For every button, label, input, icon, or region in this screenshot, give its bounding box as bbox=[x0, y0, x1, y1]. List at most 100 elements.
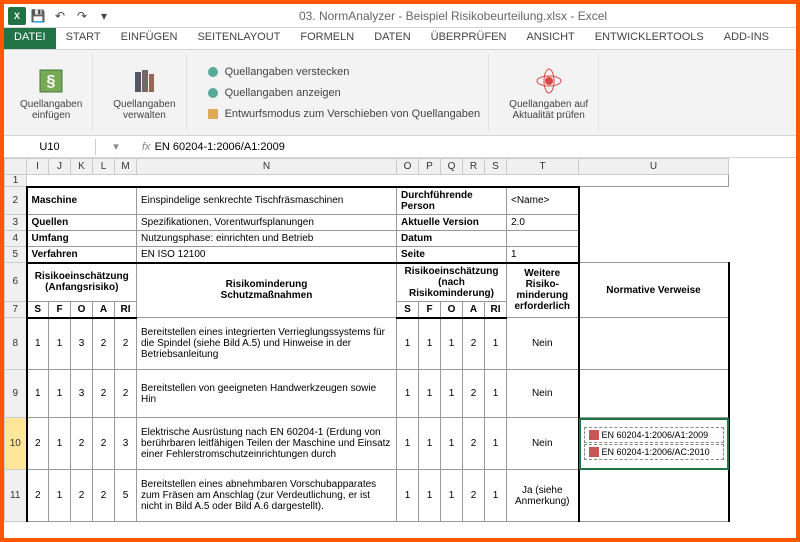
row-10[interactable]: 10 bbox=[5, 418, 27, 470]
name-box[interactable]: U10 bbox=[4, 139, 96, 155]
hdr-refs[interactable]: Normative Verweise bbox=[579, 263, 729, 318]
tab-addins[interactable]: ADD-INS bbox=[714, 28, 779, 49]
col-U[interactable]: U bbox=[579, 159, 729, 175]
sources-check-button[interactable]: Quellangaben auf Aktualität prüfen bbox=[505, 63, 592, 123]
sources-show-button[interactable]: Quellangaben anzeigen bbox=[203, 84, 343, 102]
cell-version-val[interactable]: 2.0 bbox=[507, 214, 579, 230]
reference-item[interactable]: EN 60204-1:2006/AC:2010 bbox=[584, 444, 724, 460]
cell-page-label[interactable]: Seite bbox=[397, 246, 507, 263]
hdr-further[interactable]: Weitere Risiko- minderung erforderlich bbox=[507, 263, 579, 318]
cell-further[interactable]: Nein bbox=[507, 370, 579, 418]
cell-version-label[interactable]: Aktuelle Version bbox=[397, 214, 507, 230]
cell-sources-label[interactable]: Quellen bbox=[27, 214, 137, 230]
tab-daten[interactable]: DATEN bbox=[364, 28, 420, 49]
tab-formeln[interactable]: FORMELN bbox=[290, 28, 364, 49]
sources-manage-button[interactable]: Quellangaben verwalten bbox=[109, 63, 179, 123]
cell-mitigation[interactable]: Bereitstellen eines integrierten Verrieg… bbox=[137, 318, 397, 370]
qat-dropdown[interactable]: ▾ bbox=[94, 6, 114, 26]
col-J[interactable]: J bbox=[49, 159, 71, 175]
cell-mitigation[interactable]: Elektrische Ausrüstung nach EN 60204-1 (… bbox=[137, 418, 397, 470]
cell-person-val[interactable]: <Name> bbox=[507, 187, 579, 215]
cell-refs[interactable] bbox=[579, 370, 729, 418]
fx-icon[interactable]: fx bbox=[142, 141, 151, 153]
save-button[interactable]: 💾 bbox=[28, 6, 48, 26]
tab-ansicht[interactable]: ANSICHT bbox=[516, 28, 584, 49]
sources-check-label: Quellangaben auf Aktualität prüfen bbox=[509, 99, 588, 121]
ribbon-group-view: Quellangaben verstecken Quellangaben anz… bbox=[197, 54, 490, 131]
tab-seitenlayout[interactable]: SEITENLAYOUT bbox=[187, 28, 290, 49]
col-M[interactable]: M bbox=[115, 159, 137, 175]
worksheet[interactable]: I J K L M N O P Q R S T U 1 2 Maschine E… bbox=[4, 158, 796, 538]
cell-further[interactable]: Nein bbox=[507, 418, 579, 470]
row-11[interactable]: 11 bbox=[5, 470, 27, 522]
tab-datei[interactable]: DATEI bbox=[4, 28, 56, 49]
row-5[interactable]: 5 bbox=[5, 246, 27, 263]
col-L[interactable]: L bbox=[93, 159, 115, 175]
tab-ueberpruefen[interactable]: ÜBERPRÜFEN bbox=[421, 28, 517, 49]
hdr-risk-before[interactable]: Risikoeinschätzung (Anfangsrisiko) bbox=[27, 263, 137, 302]
cell-date-val[interactable] bbox=[507, 230, 579, 246]
hdr-O1[interactable]: O bbox=[71, 301, 93, 318]
row-8[interactable]: 8 bbox=[5, 318, 27, 370]
hdr-A2[interactable]: A bbox=[463, 301, 485, 318]
tab-entwicklertools[interactable]: ENTWICKLERTOOLS bbox=[585, 28, 714, 49]
draft-mode-label: Entwurfsmodus zum Verschieben von Quella… bbox=[225, 108, 481, 120]
row-4[interactable]: 4 bbox=[5, 230, 27, 246]
ref-icon bbox=[589, 430, 599, 440]
hdr-A1[interactable]: A bbox=[93, 301, 115, 318]
cell-refs-selected[interactable]: EN 60204-1:2006/A1:2009 EN 60204-1:2006/… bbox=[579, 418, 729, 470]
row-3[interactable]: 3 bbox=[5, 214, 27, 230]
col-N[interactable]: N bbox=[137, 159, 397, 175]
row-2[interactable]: 2 bbox=[5, 187, 27, 215]
cell-sources-val[interactable]: Spezifikationen, Vorentwurfsplanungen bbox=[137, 214, 397, 230]
formula-input[interactable] bbox=[155, 141, 790, 153]
cell-person-label[interactable]: Durchführende Person bbox=[397, 187, 507, 215]
cell-method-label[interactable]: Verfahren bbox=[27, 246, 137, 263]
hdr-F2[interactable]: F bbox=[419, 301, 441, 318]
paragraph-icon: § bbox=[35, 65, 67, 97]
cell-refs[interactable] bbox=[579, 318, 729, 370]
cell-further[interactable]: Ja (siehe Anmerkung) bbox=[507, 470, 579, 522]
ribbon-group-manage: Quellangaben verwalten bbox=[103, 54, 186, 131]
redo-button[interactable]: ↷ bbox=[72, 6, 92, 26]
sources-insert-button[interactable]: § Quellangaben einfügen bbox=[16, 63, 86, 123]
cell-machine-val[interactable]: Einspindelige senkrechte Tischfräsmaschi… bbox=[137, 187, 397, 215]
col-S[interactable]: S bbox=[485, 159, 507, 175]
cell-page-val[interactable]: 1 bbox=[507, 246, 579, 263]
row-7[interactable]: 7 bbox=[5, 301, 27, 318]
cell-method-val[interactable]: EN ISO 12100 bbox=[137, 246, 397, 263]
col-O[interactable]: O bbox=[397, 159, 419, 175]
hdr-risk-after[interactable]: Risikoeinschätzung (nach Risikominderung… bbox=[397, 263, 507, 302]
row-9[interactable]: 9 bbox=[5, 370, 27, 418]
draft-mode-button[interactable]: Entwurfsmodus zum Verschieben von Quella… bbox=[203, 105, 483, 123]
tab-einfuegen[interactable]: EINFÜGEN bbox=[111, 28, 188, 49]
col-I[interactable]: I bbox=[27, 159, 49, 175]
hdr-mitigation[interactable]: Risikominderung Schutzmaßnahmen bbox=[137, 263, 397, 318]
cell-refs[interactable] bbox=[579, 470, 729, 522]
undo-button[interactable]: ↶ bbox=[50, 6, 70, 26]
row-1[interactable]: 1 bbox=[5, 175, 27, 187]
hdr-RI1[interactable]: RI bbox=[115, 301, 137, 318]
col-R[interactable]: R bbox=[463, 159, 485, 175]
hdr-RI2[interactable]: RI bbox=[485, 301, 507, 318]
cell-scope-val[interactable]: Nutzungsphase: einrichten und Betrieb bbox=[137, 230, 397, 246]
reference-item[interactable]: EN 60204-1:2006/A1:2009 bbox=[584, 427, 724, 443]
hdr-O2[interactable]: O bbox=[441, 301, 463, 318]
col-Q[interactable]: Q bbox=[441, 159, 463, 175]
col-T[interactable]: T bbox=[507, 159, 579, 175]
tab-start[interactable]: START bbox=[56, 28, 111, 49]
hdr-S1[interactable]: S bbox=[27, 301, 49, 318]
col-P[interactable]: P bbox=[419, 159, 441, 175]
hdr-F1[interactable]: F bbox=[49, 301, 71, 318]
cell-date-label[interactable]: Datum bbox=[397, 230, 507, 246]
ribbon-group-insert: § Quellangaben einfügen bbox=[10, 54, 93, 131]
cell-further[interactable]: Nein bbox=[507, 318, 579, 370]
cell-machine-label[interactable]: Maschine bbox=[27, 187, 137, 215]
cell-mitigation[interactable]: Bereitstellen von geeigneten Handwerkzeu… bbox=[137, 370, 397, 418]
hdr-S2[interactable]: S bbox=[397, 301, 419, 318]
cell-scope-label[interactable]: Umfang bbox=[27, 230, 137, 246]
row-6[interactable]: 6 bbox=[5, 263, 27, 302]
sources-hide-button[interactable]: Quellangaben verstecken bbox=[203, 63, 352, 81]
col-K[interactable]: K bbox=[71, 159, 93, 175]
cell-mitigation[interactable]: Bereitstellen eines abnehmbaren Vorschub… bbox=[137, 470, 397, 522]
